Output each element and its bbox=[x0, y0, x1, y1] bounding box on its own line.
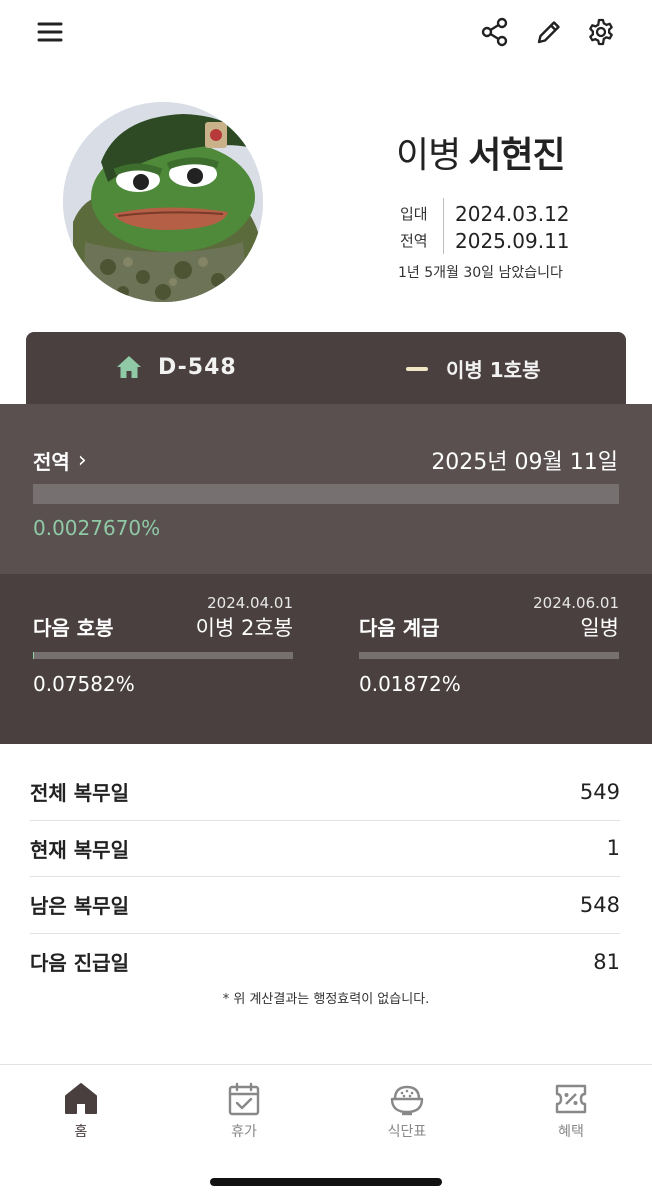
stat-row: 현재 복무일 1 bbox=[30, 821, 620, 877]
nav-home[interactable]: 홈 bbox=[31, 1081, 131, 1141]
dday-tab[interactable]: D-548 bbox=[116, 354, 237, 380]
user-name: 서현진 bbox=[468, 135, 565, 176]
discharge-label: 전역 bbox=[400, 232, 428, 250]
next-rank-bar bbox=[359, 652, 619, 659]
discharge-title: 전역 bbox=[33, 450, 70, 474]
menu-icon[interactable] bbox=[32, 14, 68, 50]
nav-meal[interactable]: 식단표 bbox=[357, 1081, 457, 1141]
stat-label: 남은 복무일 bbox=[30, 894, 129, 919]
top-bar bbox=[0, 0, 652, 66]
stat-label: 다음 진급일 bbox=[30, 951, 129, 976]
nav-label: 식단표 bbox=[387, 1124, 427, 1140]
disclaimer-note: * 위 계산결과는 행정효력이 없습니다. bbox=[222, 992, 430, 1007]
service-stats: 전체 복무일 549 현재 복무일 1 남은 복무일 548 다음 진급일 81 bbox=[30, 764, 620, 990]
pencil-icon[interactable] bbox=[531, 14, 567, 50]
next-pay-step-value: 이병 2호봉 bbox=[195, 616, 293, 640]
chevron-right-icon: › bbox=[77, 448, 87, 473]
nav-vacation[interactable]: 휴가 bbox=[194, 1081, 294, 1141]
ticket-percent-icon bbox=[555, 1084, 587, 1114]
enlist-date: 2024.03.12 bbox=[455, 201, 570, 226]
avatar[interactable] bbox=[63, 102, 263, 302]
stat-value: 81 bbox=[593, 949, 620, 974]
next-pay-step-percent: 0.07582% bbox=[33, 672, 135, 696]
pay-step-text: 이병 1호봉 bbox=[446, 358, 541, 382]
stat-label: 전체 복무일 bbox=[30, 781, 129, 806]
stat-row: 다음 진급일 81 bbox=[30, 934, 620, 991]
next-pay-step-title: 다음 호봉 bbox=[33, 616, 114, 640]
dday-text: D-548 bbox=[158, 354, 237, 380]
stat-value: 549 bbox=[579, 779, 620, 804]
next-milestones-section: 2024.04.01 다음 호봉 이병 2호봉 0.07582% 2024.06… bbox=[0, 574, 652, 744]
share-icon[interactable] bbox=[477, 14, 513, 50]
rank-label: 이병 bbox=[396, 135, 461, 176]
home-icon bbox=[117, 356, 141, 378]
rank-name: 이병 서현진 bbox=[396, 126, 566, 178]
stat-row: 전체 복무일 549 bbox=[30, 764, 620, 821]
stat-label: 현재 복무일 bbox=[30, 837, 129, 862]
next-pay-step: 2024.04.01 다음 호봉 이병 2호봉 0.07582% bbox=[33, 574, 293, 744]
nav-label: 혜택 bbox=[558, 1124, 584, 1140]
discharge-progress-section: 전역 › 2025년 09월 11일 0.0027670% bbox=[0, 404, 652, 574]
home-icon bbox=[65, 1083, 97, 1114]
discharge-percent: 0.0027670% bbox=[33, 516, 161, 540]
next-rank-percent: 0.01872% bbox=[359, 672, 461, 696]
nav-label: 홈 bbox=[74, 1124, 88, 1140]
dday-panel: D-548 이병 1호봉 bbox=[26, 332, 626, 406]
next-rank-date: 2024.06.01 bbox=[533, 594, 619, 612]
next-rank: 2024.06.01 다음 계급 일병 0.01872% bbox=[359, 574, 619, 744]
discharge-full-date: 2025년 09월 11일 bbox=[431, 450, 618, 475]
date-divider bbox=[443, 198, 444, 254]
next-pay-step-bar bbox=[33, 652, 293, 659]
nav-benefits[interactable]: 혜택 bbox=[521, 1081, 621, 1141]
discharge-date: 2025.09.11 bbox=[455, 228, 570, 253]
home-indicator bbox=[210, 1178, 442, 1186]
next-rank-value: 일병 bbox=[580, 616, 619, 640]
next-pay-step-date: 2024.04.01 bbox=[207, 594, 293, 612]
nav-label: 휴가 bbox=[231, 1124, 257, 1140]
gear-icon[interactable] bbox=[583, 14, 619, 50]
profile-section: 이병 서현진 입대 2024.03.12 전역 2025.09.11 1년 5개월… bbox=[0, 100, 652, 310]
enlist-label: 입대 bbox=[400, 205, 428, 223]
stat-row: 남은 복무일 548 bbox=[30, 877, 620, 934]
rank-stripe-icon bbox=[406, 366, 428, 371]
stat-value: 1 bbox=[606, 836, 620, 861]
service-dates: 입대 2024.03.12 전역 2025.09.11 bbox=[400, 198, 570, 254]
next-rank-title: 다음 계급 bbox=[359, 616, 440, 640]
stat-value: 548 bbox=[579, 892, 620, 917]
pay-step-tab[interactable]: 이병 1호봉 bbox=[406, 354, 540, 383]
rice-bowl-icon bbox=[390, 1085, 424, 1116]
discharge-link[interactable]: 전역 › bbox=[33, 446, 87, 475]
remaining-time: 1년 5개월 30일 남았습니다 bbox=[398, 265, 563, 281]
discharge-progress-bar bbox=[33, 484, 619, 504]
calendar-check-icon bbox=[228, 1082, 260, 1116]
